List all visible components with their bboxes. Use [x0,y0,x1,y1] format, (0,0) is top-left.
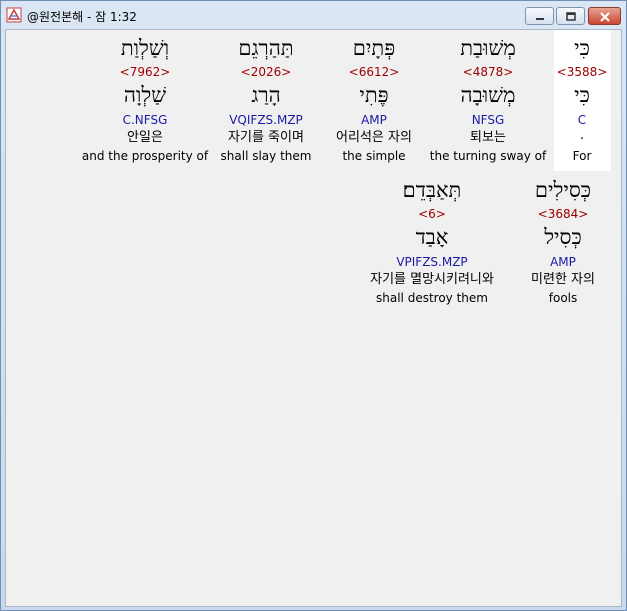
hebrew-word: וְשַׁלְוַת [120,36,170,60]
app-window: @원전본해 - 잠 1:32 כִּי <3588> כִּי C . For [0,0,627,611]
korean-gloss: 어리석은 자의 [336,130,412,145]
word-cell[interactable]: כִּי <3588> כִּי C . For [552,30,612,170]
strong-number[interactable]: <4878> [426,65,550,79]
strong-number[interactable]: <3588> [552,65,612,79]
word-cell[interactable]: כְּסִילִים <3684> כְּסִיל AMP 미련한 자의 foo… [516,172,610,312]
hebrew-word: כִּי [574,36,590,60]
hebrew-lemma: אָבַד [415,225,449,249]
word-cell[interactable]: וְשַׁלְוַת <7962> שַׁלְוָה C.NFSG 안일은 an… [80,30,210,170]
morphology-code: C.NFSG [122,113,168,127]
morphology-code: C [577,113,587,127]
hebrew-lemma: כִּי [574,83,590,107]
verse-analysis-pane: כִּי <3588> כִּי C . For מְשׁוּבַת <4878… [5,29,622,607]
morphology-code: NFSG [471,113,505,127]
morphology-code: VPIFZS.MZP [396,255,468,269]
english-gloss: shall slay them [220,149,312,163]
english-gloss: shall destroy them [376,291,488,305]
maximize-button[interactable] [556,7,585,25]
minimize-button[interactable] [525,7,554,25]
hebrew-word: תַּהַרְגֵם [238,36,294,60]
korean-gloss: 자기를 멸망시키려니와 [370,272,494,287]
maximize-icon [565,7,577,26]
hebrew-lemma: הָרַג [251,83,281,107]
word-cell[interactable]: מְשׁוּבַת <4878> מְשׁוּבָה NFSG 퇴보는 the … [426,30,550,170]
strong-number[interactable]: <2026> [212,65,320,79]
hebrew-lemma: כְּסִיל [544,225,582,249]
english-gloss: For [572,149,592,163]
minimize-icon [534,7,546,26]
hebrew-word: מְשׁוּבַת [460,36,516,60]
hebrew-lemma: מְשׁוּבָה [460,83,516,107]
korean-gloss: 자기를 죽이며 [228,130,304,145]
strong-number[interactable]: <6> [352,207,512,221]
word-cell[interactable]: תְּאַבְּדֵם׃ <6> אָבַד VPIFZS.MZP 자기를 멸망… [352,172,512,312]
strong-number[interactable]: <3684> [516,207,610,221]
close-button[interactable] [588,7,621,25]
hebrew-lemma: פֶּתִי [359,83,389,107]
korean-gloss: . [579,128,585,143]
hebrew-word: תְּאַבְּדֵם׃ [402,178,462,202]
close-icon [599,7,611,26]
word-cell[interactable]: פְּתָיִם <6612> פֶּתִי AMP 어리석은 자의 the s… [324,30,424,170]
morphology-code: VQIFZS.MZP [229,113,303,127]
strong-number[interactable]: <7962> [80,65,210,79]
hebrew-word: כְּסִילִים [534,178,592,202]
morphology-code: AMP [550,255,576,269]
english-gloss: and the prosperity of [81,149,209,163]
app-logo-icon [6,7,22,23]
korean-gloss: 안일은 [127,130,163,145]
english-gloss: fools [548,291,578,305]
title-bar[interactable]: @원전본해 - 잠 1:32 [1,1,626,29]
english-gloss: the turning sway of [429,149,547,163]
hebrew-word: פְּתָיִם [352,36,396,60]
korean-gloss: 퇴보는 [470,130,506,145]
strong-number[interactable]: <6612> [324,65,424,79]
word-cell[interactable]: תַּהַרְגֵם <2026> הָרַג VQIFZS.MZP 자기를 죽… [212,30,320,170]
korean-gloss: 미련한 자의 [531,272,595,287]
window-title: @원전본해 - 잠 1:32 [27,10,137,24]
english-gloss: the simple [342,149,406,163]
hebrew-lemma: שַׁלְוָה [123,83,167,107]
morphology-code: AMP [361,113,387,127]
